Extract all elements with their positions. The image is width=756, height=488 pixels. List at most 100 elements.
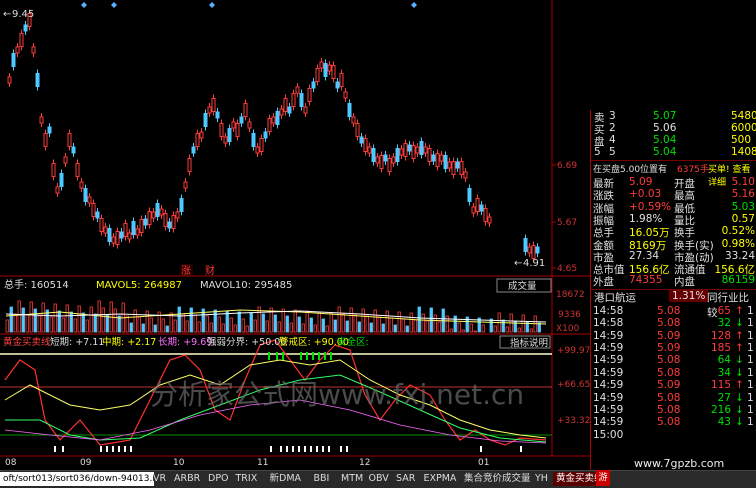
date-label-3: 10 (173, 458, 185, 468)
tick-volume: 115 (710, 379, 731, 392)
event-badge-finance[interactable]: 财 (205, 264, 215, 277)
indicator-tab[interactable]: DPO (205, 472, 232, 486)
stat-value-right: 0.52% (721, 225, 755, 238)
tick-time: 14:58 (593, 317, 624, 330)
stat-row: 外盘 74355 内盘 86159 (591, 274, 756, 289)
arrow-up-icon: ↑ (735, 341, 744, 354)
indicator-long: 长期: +9.69 (158, 336, 212, 348)
indicator-tab[interactable]: ARBR (171, 472, 203, 486)
indicator-axis-1: +99.97 (557, 346, 590, 356)
order-book-price: 5.04 (653, 134, 677, 146)
tick-time: 14:59 (593, 329, 624, 342)
tick-flag: 1 (747, 329, 754, 342)
indicator-tab[interactable]: 集合竞价成交量 (461, 472, 534, 486)
order-book-level: 5 (609, 146, 616, 158)
indicator-tab[interactable]: VR (150, 472, 169, 486)
quote-panel-top-blank (590, 0, 756, 110)
date-label-1: 08 (5, 458, 17, 468)
indicator-tab[interactable]: EXPMA (421, 472, 460, 486)
tick-price: 5.08 (657, 416, 681, 429)
tick-volume: 65 (717, 304, 731, 317)
tick-price: 5.08 (657, 391, 681, 404)
tick-time: 14:59 (593, 354, 624, 367)
volume-axis-3: X100 (556, 324, 580, 334)
volume-total-label: 总手: 160514 (4, 278, 69, 291)
volume-mavol5-label: MAVOL5: 264987 (96, 280, 182, 291)
quote-panel: 卖 3 5.07 5480 买 2 5.06 6000 盘 4 5.04 500 5 5 5.04 1408 在… (590, 110, 756, 470)
notice-left: 在买盘5.00位置有 (593, 165, 668, 175)
indicator-tab-bar: oft/sort013/sort036/down-94013.html VRAR… (0, 470, 756, 488)
tick-time: 14:59 (593, 416, 624, 429)
stat-label-right: 内盘 (674, 276, 695, 289)
tick-row: 14:59 5.08 64 ↓ 1 (591, 354, 756, 366)
indicator-explain-button[interactable]: 指标说明 (510, 337, 548, 349)
sector-row[interactable]: 港口航运 1.31% 同行业比较 (591, 289, 756, 319)
arrow-down-icon: ↓ (735, 317, 744, 330)
volume-indicator-selector[interactable]: 成交量 (508, 280, 537, 292)
tick-flag: 1 (747, 416, 754, 429)
stat-value-right: 86159 (721, 274, 755, 287)
arrow-up-icon: ↑ (735, 379, 744, 392)
order-book-volume: 5480 (731, 110, 756, 122)
stat-value-left: 5.09 (629, 176, 653, 188)
order-book-level: 2 (609, 122, 616, 134)
stat-row: 最新 5.09 开盘 5.10 (591, 176, 756, 190)
indicator-axis-2: +66.65 (557, 380, 590, 390)
order-book-row: 5 5 5.04 1408 (591, 146, 756, 158)
tick-flag: 1 (747, 354, 754, 367)
indicator-tab[interactable]: OBV (366, 472, 392, 486)
indicator-tab[interactable]: YH (532, 472, 551, 486)
stat-value-right: 5.16 (731, 188, 755, 201)
indicator-short: 短期: +7.11 (50, 336, 104, 348)
tick-volume: 32 (717, 317, 731, 330)
stat-value-left: 27.34 (629, 249, 660, 262)
arrow-down-icon: ↓ (735, 403, 744, 416)
tick-row: 14:59 5.08 34 ↓ 1 (591, 367, 756, 379)
order-book-price: 5.04 (653, 146, 677, 158)
tick-time: 14:59 (593, 341, 624, 354)
stat-value-right: 0.57 (731, 212, 755, 225)
stat-row: 总市值 156.6亿 流通值 156.6亿 (591, 262, 756, 276)
tick-volume: 185 (710, 341, 731, 354)
tick-volume: 64 (717, 354, 731, 367)
stat-value-left: 74355 (629, 274, 663, 287)
tick-price: 5.08 (657, 403, 681, 416)
indicator-tab[interactable]: BBI (311, 472, 333, 486)
arrow-down-icon: ↓ (735, 391, 744, 404)
tick-price: 5.09 (657, 329, 681, 342)
stat-row: 涨幅 +0.59% 最低 5.03 (591, 201, 756, 215)
date-label-2: 09 (80, 458, 92, 468)
large-order-notice[interactable]: 在买盘5.00位置有 6375手 买单! 查看详细 (591, 162, 756, 188)
tick-price: 5.08 (657, 354, 681, 367)
indicator-tab[interactable]: TRIX (233, 472, 261, 486)
order-book-volume: 500 (731, 134, 752, 146)
indicator-tab[interactable]: MTM (338, 472, 366, 486)
indicator-tab[interactable]: 新DMA (267, 472, 305, 486)
arrow-down-icon: ↓ (735, 416, 744, 429)
order-book-volume: 6000 (731, 122, 756, 134)
indicator-tab[interactable]: SAR (393, 472, 418, 486)
stat-row: 金额 8169万 换手(实) 0.98% (591, 238, 756, 252)
price-axis-1: 6.69 (557, 161, 577, 171)
tick-flag: 1 (747, 317, 754, 330)
stat-row: 市盈 27.34 市盈(动) 33.24 (591, 249, 756, 264)
order-book-row: 盘 4 5.04 500 (591, 134, 756, 148)
stat-row: 总手 16.05万 换手 0.52% (591, 225, 756, 239)
date-label-4: 11 (257, 458, 268, 468)
collapse-button[interactable]: 游 (596, 470, 610, 486)
tick-time: 15:00 (593, 428, 624, 441)
event-badge-rise[interactable]: 涨 (181, 265, 191, 277)
kline-chart-area[interactable]: 9.45 ← 4.91 ← 6.69 5.67 4.65 涨 财 总手: 160… (0, 0, 590, 470)
indicator-mid: 中期: +2.17 (102, 336, 156, 348)
price-axis-3: 4.65 (557, 264, 577, 274)
order-book-volume: 1408 (731, 146, 756, 158)
tick-row: 14:59 5.08 216 ↓ 1 (591, 404, 756, 416)
volume-axis-1: 18672 (556, 290, 585, 300)
arrow-up-icon: ↑ (735, 304, 744, 317)
indicator-name: 黄金买卖线 (3, 336, 51, 348)
order-book-level: 4 (609, 134, 616, 146)
tick-price: 5.09 (657, 379, 681, 392)
tick-row: 14:59 5.09 128 ↑ 1 (591, 330, 756, 342)
arrow-up-icon: ↑ (735, 329, 744, 342)
date-label-5: 12 (359, 458, 370, 468)
